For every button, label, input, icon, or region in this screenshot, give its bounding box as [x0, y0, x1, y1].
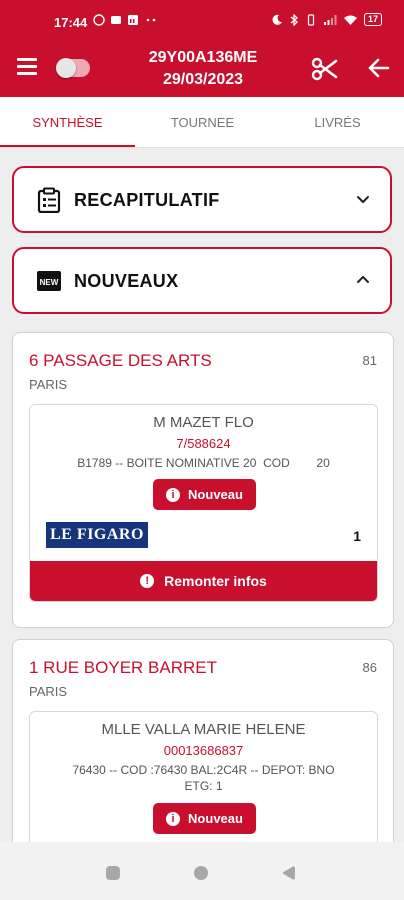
wifi-icon [343, 15, 357, 25]
delivery-street: 6 PASSAGE DES ARTS [29, 351, 212, 370]
tab-synthese[interactable]: SYNTHÈSE [0, 97, 135, 147]
badge-label: Nouveau [188, 487, 243, 502]
client-detail: 76430 -- COD :76430 BAL:2C4R -- DEPOT: B… [30, 762, 377, 794]
client-card: MLLE VALLA MARIE HELENE 00013686837 7643… [29, 711, 378, 842]
delivery-card: 1 RUE BOYER BARRET 86 PARIS MLLE VALLA M… [12, 639, 394, 842]
bluetooth-icon [290, 13, 298, 26]
chevron-down-icon [357, 196, 369, 203]
active-tab-indicator [0, 145, 135, 147]
client-card: M MAZET FLO 7/588624 B1789 -- BOITE NOMI… [29, 404, 378, 602]
toolbar-title: 29Y00A136ME 29/03/2023 [110, 47, 296, 91]
route-code: 29Y00A136ME [148, 49, 258, 66]
nav-back-icon[interactable] [282, 866, 296, 880]
app-toolbar: 29Y00A136ME 29/03/2023 [0, 40, 404, 97]
whatsapp-icon [93, 14, 105, 26]
section-label-recapitulatif: RECAPITULATIF [74, 190, 220, 210]
remonter-infos-label: Remonter infos [164, 573, 267, 589]
alert-icon: ! [140, 574, 155, 588]
client-name: M MAZET FLO [153, 414, 254, 431]
nouveau-badge[interactable]: i Nouveau [153, 803, 256, 834]
publication-logo: LE FIGARO [46, 522, 148, 548]
linkedin-icon [128, 15, 138, 25]
route-date: 29/03/2023 [162, 71, 244, 88]
client-ref[interactable]: 00013686837 [30, 743, 377, 758]
vibrate-icon [307, 13, 315, 26]
status-bar: 17:44 17 [0, 0, 404, 40]
delivery-number: 81 [362, 353, 377, 368]
client-detail: B1789 -- BOITE NOMINATIVE 20 COD 20 [77, 456, 330, 470]
battery-indicator: 17 [363, 13, 382, 26]
new-icon: NEW [37, 271, 61, 291]
client-detail-line1: 76430 -- COD :76430 BAL:2C4R -- DEPOT: B… [72, 763, 335, 777]
remonter-infos-button[interactable]: ! Remonter infos [30, 561, 377, 601]
new-icon-text: NEW [40, 278, 59, 287]
moon-icon [272, 14, 282, 25]
more-dots-icon [146, 18, 156, 22]
system-nav-bar [0, 842, 404, 900]
signal-icon [323, 14, 337, 25]
status-time: 17:44 [54, 15, 88, 30]
tab-livres[interactable]: LIVRÉS [270, 97, 404, 147]
delivery-number: 86 [362, 660, 377, 675]
back-arrow-icon[interactable] [366, 55, 392, 81]
system-icons: 17 [271, 13, 382, 26]
clipboard-icon [37, 187, 61, 213]
recents-button[interactable] [106, 866, 120, 880]
tab-bar: SYNTHÈSE TOURNEE LIVRÉS [0, 97, 404, 148]
scissors-icon[interactable] [311, 55, 339, 83]
section-nouveaux[interactable]: NEW NOUVEAUX [12, 247, 392, 314]
toggle-switch[interactable] [56, 58, 90, 78]
nouveau-badge[interactable]: i Nouveau [153, 479, 256, 510]
delivery-card: 6 PASSAGE DES ARTS 81 PARIS M MAZET FLO … [12, 332, 394, 628]
section-label-nouveaux: NOUVEAUX [74, 271, 179, 291]
delivery-street: 1 RUE BOYER BARRET [29, 658, 217, 677]
section-recapitulatif[interactable]: RECAPITULATIF [12, 166, 392, 233]
delivery-city: PARIS [29, 377, 68, 392]
notification-icons [93, 14, 158, 26]
menu-icon[interactable] [17, 58, 37, 78]
tab-tournee[interactable]: TOURNEE [135, 97, 270, 147]
info-icon: i [166, 487, 181, 502]
content-scroll[interactable]: RECAPITULATIF NEW NOUVEAUX 6 PASSAGE DES… [0, 148, 404, 842]
client-name: MLLE VALLA MARIE HELENE [101, 721, 306, 738]
client-detail-line2: ETG: 1 [184, 779, 223, 793]
publication-quantity: 1 [353, 528, 361, 544]
client-ref[interactable]: 7/588624 [30, 436, 377, 451]
delivery-city: PARIS [29, 684, 68, 699]
home-button[interactable] [194, 866, 208, 880]
chevron-up-icon [357, 276, 369, 283]
badge-label: Nouveau [188, 811, 243, 826]
info-icon: i [166, 811, 181, 826]
teams-icon [111, 16, 121, 24]
